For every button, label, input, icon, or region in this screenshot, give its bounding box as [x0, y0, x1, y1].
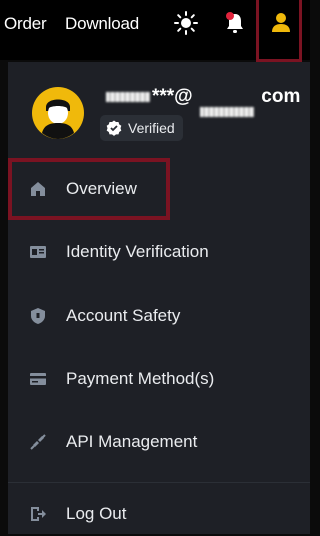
email-prefix: ***@ — [152, 86, 193, 107]
menu-item-api-management[interactable]: API Management — [8, 420, 310, 464]
user-account-button[interactable] — [256, 0, 302, 62]
sun-icon[interactable] — [173, 10, 199, 36]
menu-item-label: API Management — [66, 432, 198, 451]
account-email: ***@ com — [100, 86, 301, 117]
home-icon — [28, 179, 48, 199]
top-navigation-bar: Order Download — [0, 0, 310, 62]
logout-icon — [28, 504, 48, 524]
bell-icon[interactable] — [222, 10, 248, 36]
api-icon — [28, 432, 48, 452]
verified-badge: Verified — [100, 115, 183, 141]
shield-icon — [28, 306, 48, 326]
user-icon — [272, 13, 290, 32]
menu-item-label: Log Out — [66, 504, 127, 523]
menu-item-label: Overview — [66, 179, 137, 198]
menu-item-account-safety[interactable]: Account Safety — [8, 294, 310, 338]
menu-divider — [8, 482, 310, 483]
verified-label: Verified — [128, 120, 175, 136]
menu-item-log-out[interactable]: Log Out — [8, 492, 310, 536]
order-link[interactable]: Order — [4, 14, 47, 34]
menu-item-identity-verification[interactable]: Identity Verification — [8, 230, 310, 274]
verified-check-icon — [106, 120, 122, 136]
menu-item-overview[interactable]: Overview — [8, 167, 310, 211]
account-dropdown-menu: ***@ com Verified Overview Identity Veri… — [8, 62, 310, 534]
menu-item-label: Payment Method(s) — [66, 369, 215, 388]
avatar[interactable] — [32, 87, 84, 139]
menu-item-label: Account Safety — [66, 306, 181, 325]
id-card-icon — [28, 242, 48, 262]
download-link[interactable]: Download — [65, 14, 139, 34]
masked-email-part — [106, 92, 150, 102]
card-icon — [28, 369, 48, 389]
menu-item-payment-methods[interactable]: Payment Method(s) — [8, 357, 310, 401]
email-suffix: com — [261, 86, 301, 107]
menu-item-label: Identity Verification — [66, 242, 209, 261]
